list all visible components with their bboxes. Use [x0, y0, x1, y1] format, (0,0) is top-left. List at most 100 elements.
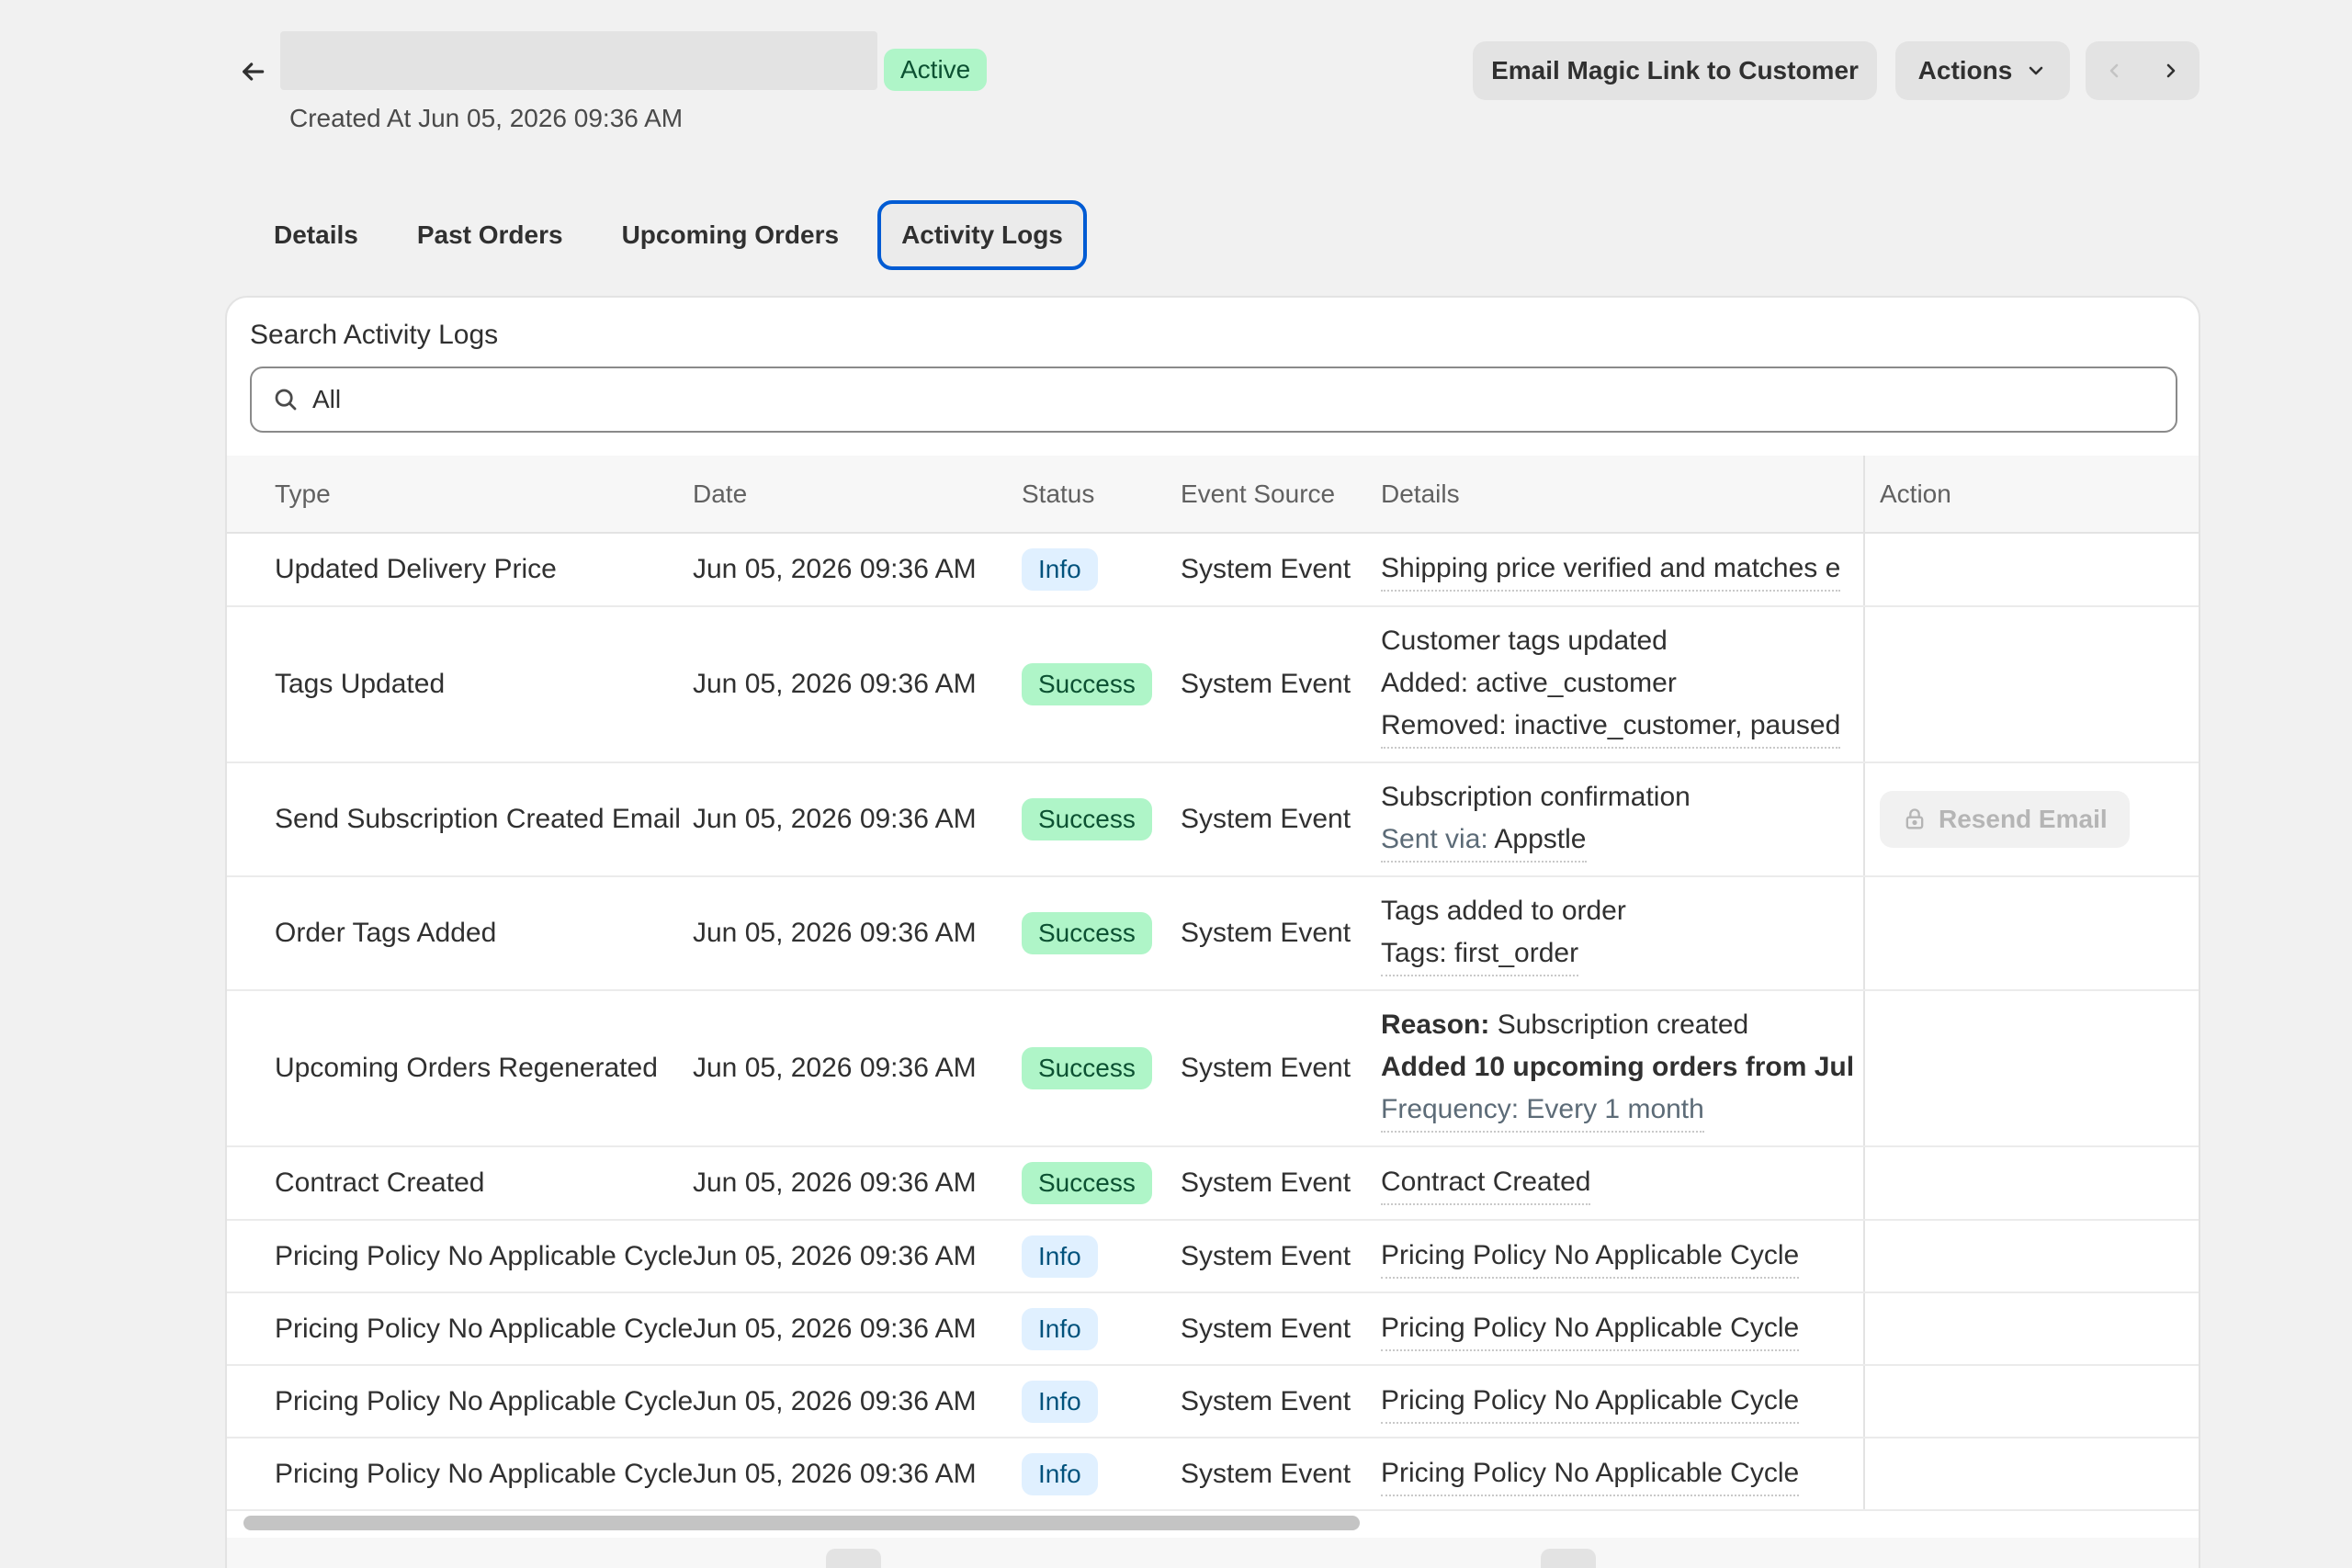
row-date: Jun 05, 2026 09:36 AM: [693, 762, 1022, 877]
row-action: [1863, 876, 2199, 991]
column-header-type[interactable]: Type: [227, 456, 693, 534]
row-date: Jun 05, 2026 09:36 AM: [693, 1365, 1022, 1438]
tab-upcoming-orders[interactable]: Upcoming Orders: [602, 200, 859, 270]
row-status: Info: [1022, 1292, 1181, 1366]
row-status: Success: [1022, 876, 1181, 991]
row-event-source: System Event: [1181, 762, 1381, 877]
actions-button-label: Actions: [1917, 56, 2013, 85]
row-type: Send Subscription Created Email: [227, 762, 693, 877]
search-label: Search Activity Logs: [250, 320, 499, 350]
row-status: Success: [1022, 990, 1181, 1147]
row-event-source: System Event: [1181, 533, 1381, 607]
row-type: Order Tags Added: [227, 876, 693, 991]
pagination-next-button[interactable]: [1541, 1549, 1596, 1568]
pagination-footer: [227, 1538, 2199, 1568]
row-details: Contract Created: [1381, 1146, 1864, 1221]
subscription-title-placeholder: [280, 31, 877, 90]
row-type: Contract Created: [227, 1146, 693, 1221]
tab-past-orders[interactable]: Past Orders: [397, 200, 583, 270]
row-status: Info: [1022, 533, 1181, 607]
row-action: [1863, 1292, 2199, 1366]
status-badge: Info: [1022, 1380, 1098, 1423]
previous-record-button[interactable]: [2086, 41, 2143, 100]
details-sent-via: Sent via: Appstle: [1381, 818, 1587, 863]
row-details: Pricing Policy No Applicable Cycle: [1381, 1438, 1864, 1511]
column-header-details[interactable]: Details: [1381, 456, 1864, 534]
row-details: Customer tags updated Added: active_cust…: [1381, 606, 1864, 763]
status-badge: Success: [1022, 1047, 1152, 1089]
actions-button[interactable]: Actions: [1895, 41, 2070, 100]
sent-via-value: Appstle: [1494, 824, 1587, 854]
table-row: Tags Updated Jun 05, 2026 09:36 AM Succe…: [227, 606, 2199, 763]
back-arrow-icon: [243, 62, 265, 81]
details-text: Shipping price verified and matches e: [1381, 547, 1841, 592]
created-at-text: Created At Jun 05, 2026 09:36 AM: [289, 104, 684, 132]
table-row: Send Subscription Created Email Jun 05, …: [227, 762, 2199, 877]
row-event-source: System Event: [1181, 990, 1381, 1147]
row-details: Shipping price verified and matches e: [1381, 533, 1864, 607]
column-header-status[interactable]: Status: [1022, 456, 1181, 534]
resend-email-label: Resend Email: [1939, 805, 2108, 833]
status-badge: Active: [884, 49, 988, 91]
table-row: Pricing Policy No Applicable Cycle Jun 0…: [227, 1438, 2199, 1511]
column-header-action[interactable]: Action: [1863, 456, 2199, 534]
row-date: Jun 05, 2026 09:36 AM: [693, 533, 1022, 607]
row-status: Info: [1022, 1438, 1181, 1511]
search-input[interactable]: All: [250, 367, 2177, 433]
activity-logs-card: Search Activity Logs All Type Date Statu…: [225, 296, 2200, 1568]
details-text: Pricing Policy No Applicable Cycle: [1381, 1235, 1800, 1279]
tab-details[interactable]: Details: [254, 200, 379, 270]
sent-via-label: Sent via:: [1381, 824, 1488, 854]
horizontal-scrollbar-thumb[interactable]: [243, 1516, 1360, 1530]
row-status: Success: [1022, 762, 1181, 877]
record-navigation: [2086, 41, 2199, 100]
back-button[interactable]: [234, 53, 271, 90]
table-header-row: Type Date Status Event Source Details Ac…: [227, 456, 2199, 534]
table-row: Pricing Policy No Applicable Cycle Jun 0…: [227, 1365, 2199, 1438]
row-details: Pricing Policy No Applicable Cycle: [1381, 1365, 1864, 1438]
row-date: Jun 05, 2026 09:36 AM: [693, 990, 1022, 1147]
status-badge: Success: [1022, 798, 1152, 840]
column-header-date[interactable]: Date: [693, 456, 1022, 534]
column-header-event-source[interactable]: Event Source: [1181, 456, 1381, 534]
tab-bar: Details Past Orders Upcoming Orders Acti…: [254, 200, 1105, 270]
status-badge: Success: [1022, 663, 1152, 705]
row-event-source: System Event: [1181, 1220, 1381, 1293]
row-type: Updated Delivery Price: [227, 533, 693, 607]
next-record-button[interactable]: [2143, 41, 2199, 100]
row-date: Jun 05, 2026 09:36 AM: [693, 1292, 1022, 1366]
details-text: Tags: first_order: [1381, 932, 1579, 976]
chevron-left-icon: [2109, 63, 2119, 78]
row-type: Pricing Policy No Applicable Cycle: [227, 1220, 693, 1293]
table-row: Contract Created Jun 05, 2026 09:36 AM S…: [227, 1146, 2199, 1221]
row-type: Pricing Policy No Applicable Cycle: [227, 1365, 693, 1438]
row-event-source: System Event: [1181, 1365, 1381, 1438]
resend-email-button[interactable]: Resend Email: [1880, 791, 2130, 848]
row-event-source: System Event: [1181, 1146, 1381, 1221]
row-details: Tags added to order Tags: first_order: [1381, 876, 1864, 991]
activity-logs-table: Type Date Status Event Source Details Ac…: [227, 456, 2199, 1511]
pagination-previous-button[interactable]: [826, 1549, 881, 1568]
row-date: Jun 05, 2026 09:36 AM: [693, 1438, 1022, 1511]
details-text: Customer tags updated: [1381, 626, 1668, 656]
email-magic-link-button[interactable]: Email Magic Link to Customer: [1473, 41, 1877, 100]
row-action: Resend Email: [1863, 762, 2199, 877]
table-row: Pricing Policy No Applicable Cycle Jun 0…: [227, 1292, 2199, 1366]
row-date: Jun 05, 2026 09:36 AM: [693, 876, 1022, 991]
table-row: Upcoming Orders Regenerated Jun 05, 2026…: [227, 990, 2199, 1147]
row-action: [1863, 606, 2199, 763]
details-text: Subscription confirmation: [1381, 782, 1690, 812]
row-action: [1863, 533, 2199, 607]
row-status: Success: [1022, 1146, 1181, 1221]
lock-icon: [1905, 808, 1924, 829]
row-action: [1863, 1365, 2199, 1438]
table-row: Pricing Policy No Applicable Cycle Jun 0…: [227, 1220, 2199, 1293]
chevron-down-icon: [2030, 66, 2043, 75]
row-type: Upcoming Orders Regenerated: [227, 990, 693, 1147]
row-details: Pricing Policy No Applicable Cycle: [1381, 1220, 1864, 1293]
row-type: Tags Updated: [227, 606, 693, 763]
row-status: Success: [1022, 606, 1181, 763]
tab-activity-logs[interactable]: Activity Logs: [877, 200, 1087, 270]
row-details: Reason: Subscription created Added 10 up…: [1381, 990, 1864, 1147]
row-event-source: System Event: [1181, 606, 1381, 763]
